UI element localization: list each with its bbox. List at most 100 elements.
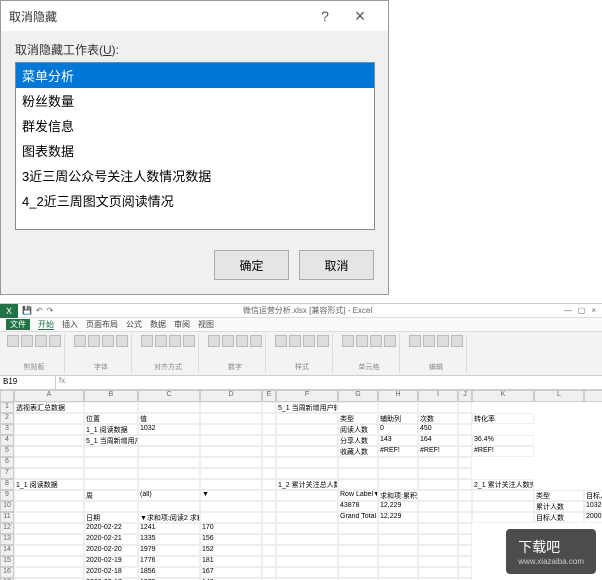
cell[interactable] (262, 512, 276, 523)
cell[interactable]: 目标人数 (534, 512, 584, 523)
ribbon-tab[interactable]: 数据 (150, 320, 166, 329)
column-header[interactable]: A (14, 390, 84, 402)
cell[interactable] (276, 424, 338, 435)
cell[interactable] (200, 413, 262, 424)
ribbon-command[interactable] (49, 335, 61, 347)
cell[interactable] (262, 490, 276, 501)
cell[interactable] (276, 523, 338, 534)
row-header[interactable]: 6 (0, 457, 14, 468)
cell[interactable] (276, 501, 338, 512)
cell[interactable] (262, 501, 276, 512)
column-header[interactable]: M (584, 390, 602, 402)
ribbon-command[interactable] (437, 335, 449, 347)
cell[interactable] (418, 567, 458, 578)
ribbon-command[interactable] (169, 335, 181, 347)
ribbon-command[interactable] (35, 335, 47, 347)
save-icon[interactable]: 💾 (22, 306, 32, 315)
cell[interactable] (338, 479, 378, 490)
ribbon-command[interactable] (275, 335, 287, 347)
cell[interactable] (418, 501, 458, 512)
cell[interactable] (14, 424, 84, 435)
formula-input[interactable] (68, 376, 602, 389)
column-header[interactable]: B (84, 390, 138, 402)
ribbon-command[interactable] (141, 335, 153, 347)
cell[interactable] (262, 446, 276, 457)
cell[interactable] (378, 402, 418, 413)
cell[interactable] (276, 534, 338, 545)
cell[interactable]: 1032 (584, 501, 602, 512)
cell[interactable] (458, 490, 472, 501)
help-icon[interactable]: ? (310, 8, 340, 24)
cell[interactable] (458, 413, 472, 424)
cell[interactable] (138, 479, 200, 490)
cell[interactable]: 43878 (338, 501, 378, 512)
column-header[interactable]: E (262, 390, 276, 402)
cell[interactable] (262, 534, 276, 545)
cell[interactable]: 周 (84, 490, 138, 501)
cell[interactable]: 2020-02-22 (84, 523, 138, 534)
list-item[interactable]: 图表数据 (16, 138, 374, 163)
cell[interactable]: 位置 (84, 413, 138, 424)
ribbon-command[interactable] (222, 335, 234, 347)
cell[interactable] (14, 523, 84, 534)
cell[interactable] (472, 512, 534, 523)
row-header[interactable]: 4 (0, 435, 14, 446)
cell[interactable] (418, 545, 458, 556)
ribbon-command[interactable] (116, 335, 128, 347)
cell[interactable] (14, 556, 84, 567)
column-header[interactable]: D (200, 390, 262, 402)
cell[interactable]: 12,229 (378, 501, 418, 512)
cell[interactable] (378, 523, 418, 534)
cell[interactable] (200, 402, 262, 413)
select-all[interactable] (0, 390, 14, 402)
ribbon-command[interactable] (384, 335, 396, 347)
cell[interactable]: 2020-02-19 (84, 556, 138, 567)
name-box[interactable]: B19 (0, 376, 56, 389)
row-header[interactable]: 2 (0, 413, 14, 424)
ok-button[interactable]: 确定 (214, 250, 289, 280)
ribbon-command[interactable] (423, 335, 435, 347)
file-tab[interactable]: 文件 (6, 319, 30, 330)
cell[interactable]: 阅读人数 (338, 424, 378, 435)
cell[interactable]: 0 (378, 424, 418, 435)
cell[interactable] (84, 479, 138, 490)
cell[interactable] (262, 479, 276, 490)
ribbon-command[interactable] (250, 335, 262, 347)
ribbon-command[interactable] (303, 335, 315, 347)
cell[interactable] (14, 545, 84, 556)
ribbon-tab[interactable]: 视图 (198, 320, 214, 329)
cell[interactable]: 值 (138, 413, 200, 424)
cell[interactable]: 181 (200, 556, 262, 567)
sheet-listbox[interactable]: 菜单分析粉丝数量群发信息图表数据3近三周公众号关注人数情况数据4_2近三周图文页… (15, 62, 375, 230)
cell[interactable] (262, 435, 276, 446)
cell[interactable] (84, 402, 138, 413)
cell[interactable]: 1979 (138, 545, 200, 556)
cell[interactable] (200, 479, 262, 490)
cell[interactable] (338, 545, 378, 556)
maximize-icon[interactable]: ▢ (578, 306, 586, 315)
cell[interactable]: 1856 (138, 567, 200, 578)
cell[interactable]: 1_1 阅读数据 (14, 479, 84, 490)
cell[interactable] (458, 556, 472, 567)
close-icon[interactable]: × (591, 306, 596, 315)
cell[interactable] (458, 523, 472, 534)
row-header[interactable]: 9 (0, 490, 14, 501)
cell[interactable] (418, 523, 458, 534)
cell[interactable]: 156 (200, 534, 262, 545)
ribbon-tab[interactable]: 插入 (62, 320, 78, 329)
cell[interactable]: 450 (418, 424, 458, 435)
cell[interactable]: 20000 (584, 512, 602, 523)
cell[interactable] (338, 567, 378, 578)
cell[interactable] (262, 424, 276, 435)
ribbon-command[interactable] (356, 335, 368, 347)
cell[interactable]: 1_1 阅读数据 (84, 424, 138, 435)
column-header[interactable]: L (534, 390, 584, 402)
ribbon-command[interactable] (289, 335, 301, 347)
cell[interactable]: Row Label▼ (338, 490, 378, 501)
cell[interactable]: 收藏人数 (338, 446, 378, 457)
cell[interactable] (138, 501, 200, 512)
cell[interactable]: 164 (418, 435, 458, 446)
cell[interactable] (338, 534, 378, 545)
cell[interactable]: 36.4% (472, 435, 534, 446)
cell[interactable]: ▼ (200, 490, 262, 501)
